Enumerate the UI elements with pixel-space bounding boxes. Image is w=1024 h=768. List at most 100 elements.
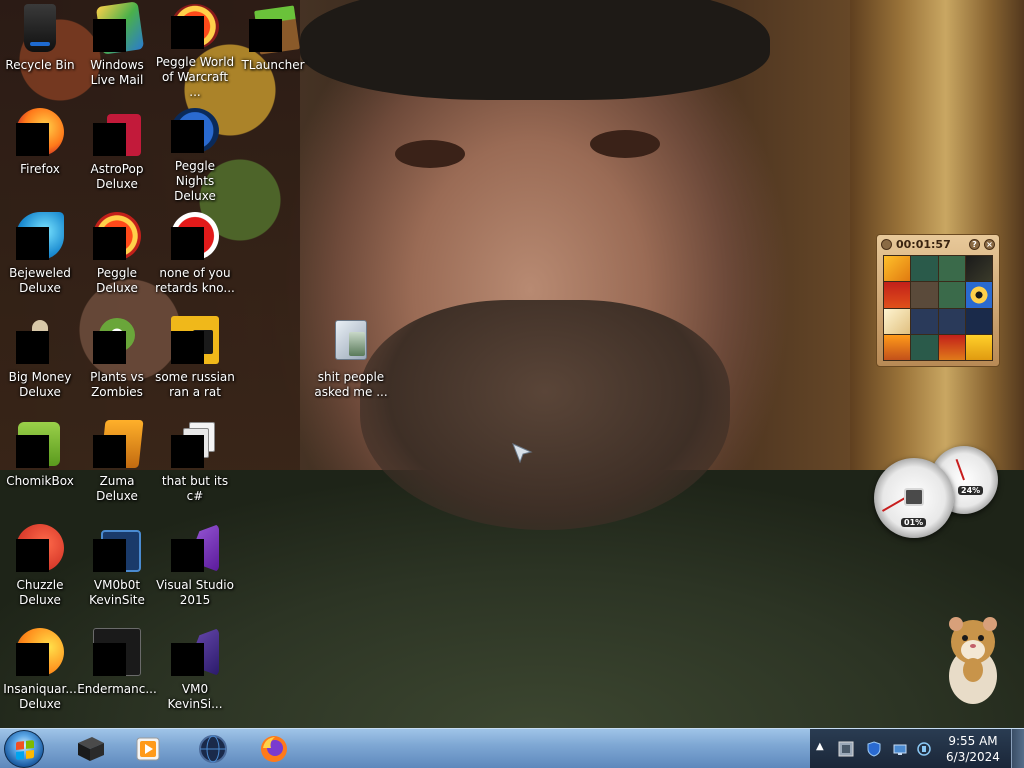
desktop-icon-label: Endermanc... (77, 682, 157, 696)
desktop-icon-label: TLauncher (241, 58, 305, 72)
clock-time: 9:55 AM (948, 734, 998, 748)
desktop-icon-recycle-bin[interactable]: Recycle Bin (0, 0, 80, 100)
puzzle-tile[interactable] (938, 282, 965, 308)
wallpaper-hair (300, 0, 770, 100)
taskbar: ▲ 9:55 AM 6/3/2024 (0, 728, 1024, 768)
puzzle-tile[interactable] (965, 308, 992, 334)
puzzle-gadget-header: 00:01:57 ? × (877, 235, 999, 253)
puzzle-tile[interactable] (938, 334, 965, 360)
desktop-icon-peggle-world-of-warcraft[interactable]: Peggle World of Warcraft ... (155, 0, 235, 100)
puzzle-tile[interactable] (884, 308, 911, 334)
that-but-its-csharp-icon (171, 420, 219, 468)
desktop-icon-visual-studio-2015[interactable]: Visual Studio 2015 (155, 520, 235, 620)
firefox-icon (261, 736, 287, 762)
folder-icon (327, 316, 375, 364)
desktop-icon-bejeweled-deluxe[interactable]: Bejeweled Deluxe (0, 208, 80, 308)
vm0-kevinsi-icon (171, 628, 219, 676)
desktop-icon-label: Visual Studio 2015 (156, 578, 234, 607)
puzzle-tile[interactable] (965, 256, 992, 282)
none-of-you-icon (171, 212, 219, 260)
desktop-icon-some-russian[interactable]: some russian ran a rat (155, 312, 235, 412)
cpu-chip-icon (904, 488, 924, 506)
recycle-bin-icon (16, 4, 64, 52)
picture-puzzle-gadget[interactable]: 00:01:57 ? × (876, 234, 1000, 367)
desktop-icon-label: shit people asked me ... (314, 370, 388, 399)
desktop-icon-label: Peggle World of Warcraft ... (155, 55, 235, 99)
desktop-icon-big-money-deluxe[interactable]: Big Money Deluxe (0, 312, 80, 412)
puzzle-timer: 00:01:57 (896, 237, 951, 251)
peggle-world-of-warcraft-icon (171, 4, 219, 49)
media-player-icon (136, 737, 160, 761)
cpu-needle (881, 497, 906, 512)
tray-overflow-button[interactable]: ▲ (816, 741, 824, 752)
start-button[interactable] (4, 730, 44, 768)
desktop-icon-label: that but its c# (161, 474, 229, 503)
puzzle-tile[interactable] (965, 282, 992, 308)
puzzle-tile[interactable] (884, 256, 911, 282)
puzzle-tile[interactable] (965, 334, 992, 360)
memory-needle (955, 458, 965, 481)
shield-icon[interactable] (866, 741, 882, 757)
desktop-icon-endermanch[interactable]: Endermanc... (77, 624, 157, 724)
puzzle-help-button[interactable]: ? (969, 238, 980, 250)
taskbar-item-app1[interactable] (62, 731, 118, 767)
desktop-icon-label: AstroPop Deluxe (90, 162, 144, 191)
desktop-icon-plants-vs-zombies[interactable]: Plants vs Zombies (77, 312, 157, 412)
desktop-icon-label: Plants vs Zombies (90, 370, 144, 399)
puzzle-tile[interactable] (884, 282, 911, 308)
desktop-icon-label: Firefox (20, 162, 60, 176)
desktop-icon-chomikbox[interactable]: ChomikBox (0, 416, 80, 516)
desktop-icon-label: Zuma Deluxe (96, 474, 138, 503)
hamster-icon (949, 617, 997, 704)
taskbar-item-globe[interactable] (185, 731, 241, 767)
wallpaper-left-eye (395, 140, 465, 168)
puzzle-tile[interactable] (911, 256, 938, 282)
desktop-icon-label: Bejeweled Deluxe (9, 266, 71, 295)
taskbar-item-firefox[interactable] (246, 731, 302, 767)
desktop-icon-zuma-deluxe[interactable]: Zuma Deluxe (77, 416, 157, 516)
windows-live-mail-icon (93, 1, 145, 55)
desktop-icon-label: Peggle Deluxe (96, 266, 138, 295)
cpu-gauge: 01% (874, 458, 954, 538)
desktop-icon-shit-people-folder[interactable]: shit people asked me ... (311, 312, 391, 412)
tlauncher-icon (249, 4, 300, 55)
desktop-icon-none-of-you[interactable]: none of you retards kno... (155, 208, 235, 308)
desktop-icon-astropop-deluxe[interactable]: AstroPop Deluxe (77, 104, 157, 204)
puzzle-tile[interactable] (911, 334, 938, 360)
wallpaper-beard (360, 300, 730, 530)
black-box-icon (78, 737, 104, 761)
taskbar-item-media-player[interactable] (120, 731, 176, 767)
puzzle-tile[interactable] (938, 256, 965, 282)
firefox-icon (16, 108, 64, 156)
puzzle-tile[interactable] (911, 308, 938, 334)
mouse-cursor-icon (512, 443, 533, 464)
peggle-nights-deluxe-icon (171, 108, 219, 153)
desktop-icon-firefox[interactable]: Firefox (0, 104, 80, 204)
network-icon[interactable] (892, 741, 908, 757)
desktop-icon-that-but-its-csharp[interactable]: that but its c# (155, 416, 235, 516)
desktop-icon-label: none of you retards kno... (155, 266, 235, 295)
network-monitor-icon[interactable] (838, 741, 854, 757)
memory-readout: 24% (958, 486, 984, 495)
puzzle-close-button[interactable]: × (984, 238, 995, 250)
desktop-icon-windows-live-mail[interactable]: Windows Live Mail (77, 0, 157, 100)
desktop-icon-label: VM0b0t KevinSite (89, 578, 145, 607)
desktop-icon-vm0-kevinsi[interactable]: VM0 KevinSi... (155, 624, 235, 724)
puzzle-tile[interactable] (884, 334, 911, 360)
taskbar-clock[interactable]: 9:55 AM 6/3/2024 (930, 733, 1016, 765)
desktop-icon-insaniquarium-deluxe[interactable]: Insaniquar... Deluxe (0, 624, 80, 724)
desktop-icon-tlauncher[interactable]: TLauncher (233, 0, 313, 100)
zuma-deluxe-icon (93, 420, 144, 468)
puzzle-tile[interactable] (938, 308, 965, 334)
insaniquarium-deluxe-icon (16, 628, 64, 676)
puzzle-tile[interactable] (911, 282, 938, 308)
show-desktop-button[interactable] (1011, 729, 1024, 768)
vm0b0t-kevinsite-icon (93, 524, 141, 572)
desktop-icon-vm0b0t-kevinsite[interactable]: VM0b0t KevinSite (77, 520, 157, 620)
desktop-icon-peggle-deluxe[interactable]: Peggle Deluxe (77, 208, 157, 308)
puzzle-grid[interactable] (883, 255, 993, 361)
some-russian-icon (171, 316, 219, 364)
cpu-readout: 01% (901, 518, 927, 527)
desktop-icon-peggle-nights-deluxe[interactable]: Peggle Nights Deluxe (155, 104, 235, 204)
desktop-icon-chuzzle-deluxe[interactable]: Chuzzle Deluxe (0, 520, 80, 620)
